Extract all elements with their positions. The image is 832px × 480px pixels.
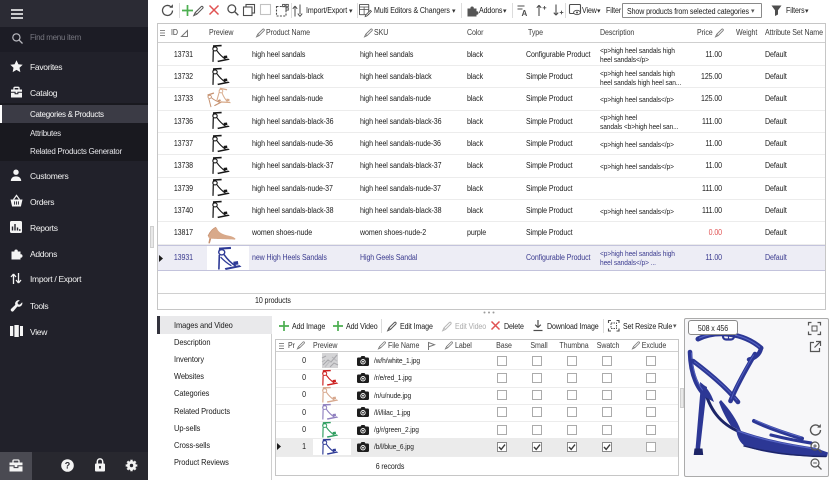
svg-text:?: ? [65,461,71,471]
svg-text:A: A [522,9,528,18]
